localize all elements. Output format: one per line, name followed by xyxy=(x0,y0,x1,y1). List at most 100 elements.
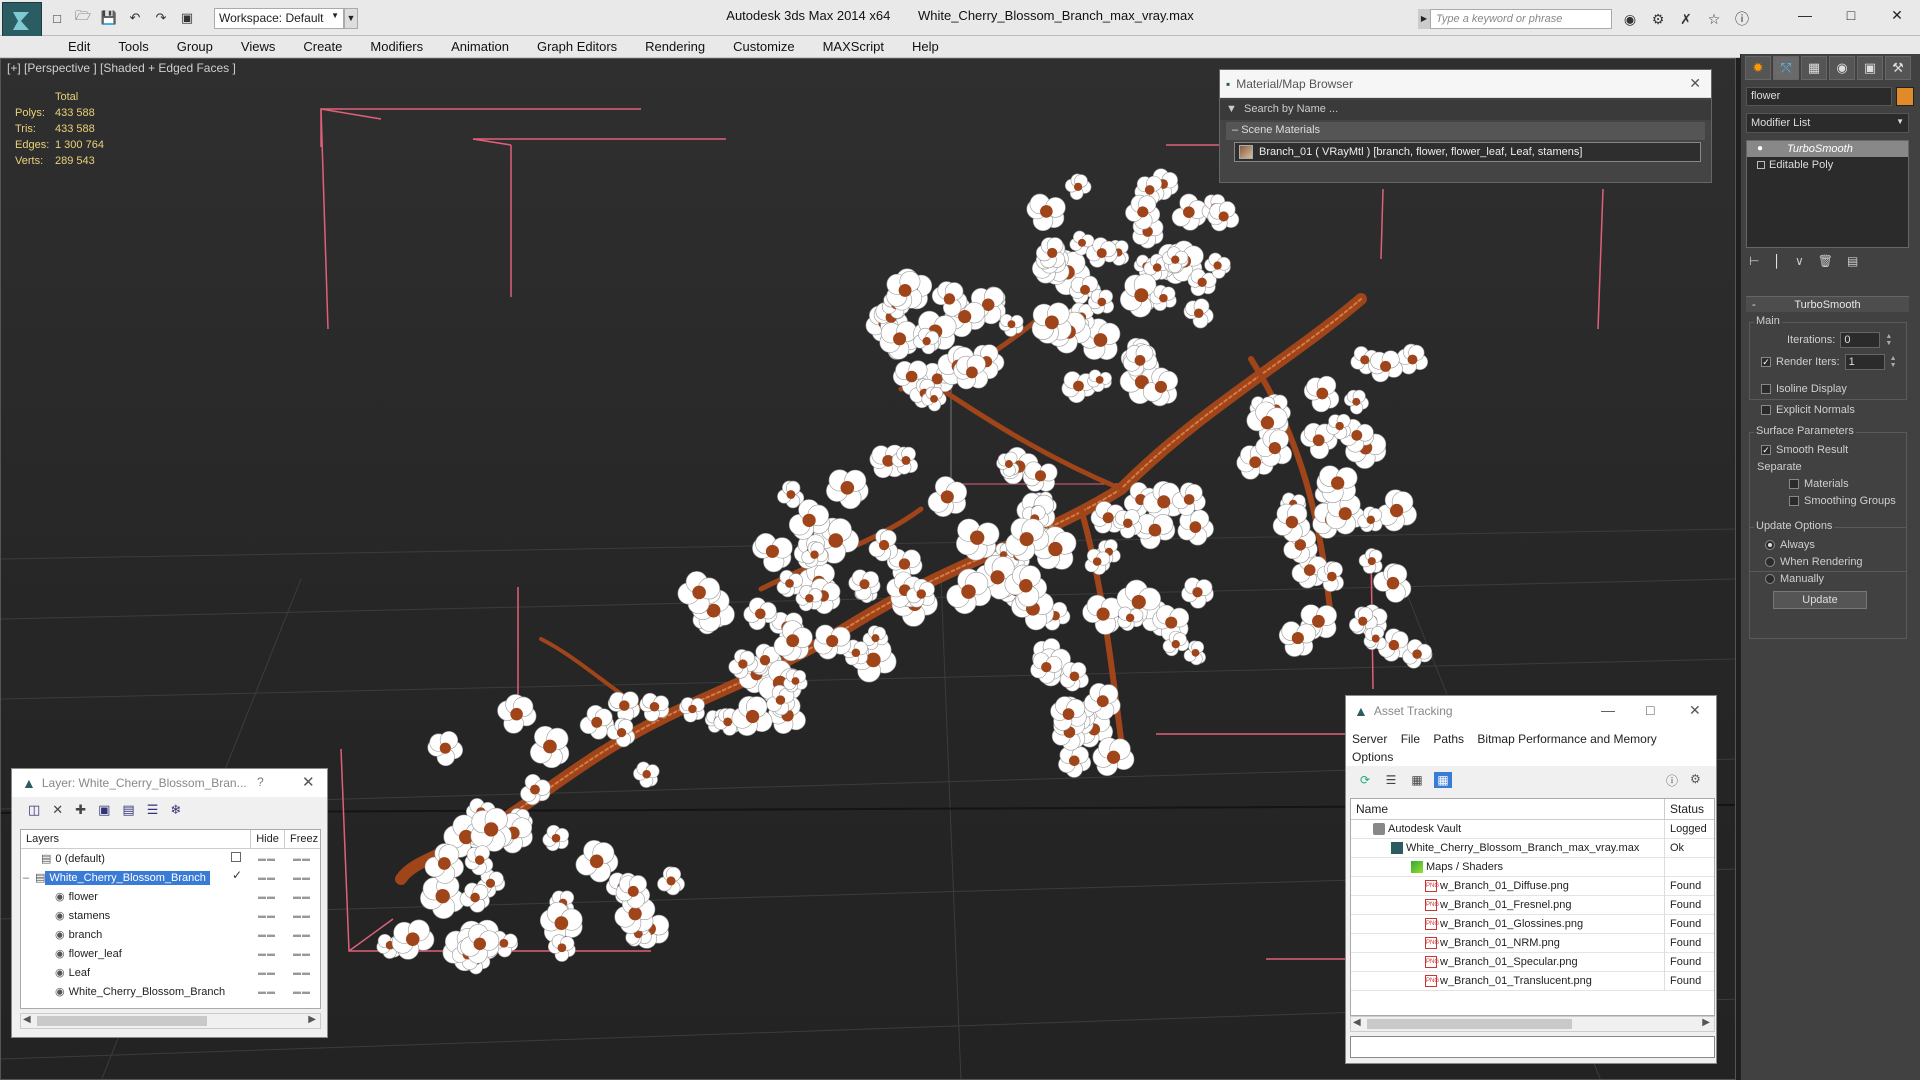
menu-options[interactable]: Options xyxy=(1352,750,1393,764)
hide-toggle[interactable]: ▬▬ xyxy=(258,854,276,863)
menu-server[interactable]: Server xyxy=(1352,732,1387,746)
modifier-list-dropdown[interactable]: Modifier List ▼ xyxy=(1746,113,1909,133)
subscription-icon[interactable]: ⚙ xyxy=(1648,9,1668,29)
redo-icon[interactable]: ↷ xyxy=(150,8,172,28)
help-icon[interactable]: ? xyxy=(257,775,264,789)
spinner-arrows-icon[interactable]: ▲ ▼ xyxy=(1885,333,1893,347)
manually-radio[interactable] xyxy=(1765,574,1775,584)
table-view-icon[interactable]: ▦ xyxy=(1434,772,1452,788)
workspace-menu-arrow[interactable]: ▼ xyxy=(344,8,358,29)
object-color-swatch[interactable] xyxy=(1896,87,1914,106)
render-iters-checkbox[interactable]: ✓ xyxy=(1761,357,1771,367)
hide-toggle[interactable]: ▬▬ xyxy=(258,873,276,882)
close-icon[interactable]: ✕ xyxy=(1689,75,1701,92)
current-layer-checkbox[interactable] xyxy=(231,852,241,862)
menu-customize[interactable]: Customize xyxy=(719,36,808,57)
update-button[interactable]: Update xyxy=(1773,591,1867,609)
asset-row[interactable]: Autodesk Vault Logged xyxy=(1351,819,1714,839)
new-file-icon[interactable]: □ xyxy=(46,8,68,28)
layer-row[interactable]: ◉ stamens ▬▬ ▬▬ xyxy=(21,906,320,925)
scroll-left-icon[interactable]: ◀ xyxy=(23,1014,31,1025)
close-icon[interactable]: ✕ xyxy=(1689,702,1701,719)
isoline-checkbox[interactable] xyxy=(1761,384,1771,394)
menu-paths[interactable]: Paths xyxy=(1433,732,1464,746)
layer-row[interactable]: – ▤ White_Cherry_Blossom_Branch ✓ ▬▬ ▬▬ xyxy=(21,868,320,887)
save-file-icon[interactable]: 💾 xyxy=(98,8,120,28)
menu-bitmap-performance[interactable]: Bitmap Performance and Memory xyxy=(1477,732,1656,746)
display-tab-icon[interactable]: ▣ xyxy=(1857,56,1883,80)
column-hide[interactable]: Hide xyxy=(251,830,285,848)
help-icon[interactable]: ⓘ xyxy=(1732,9,1752,29)
freeze-toggle[interactable]: ▬▬ xyxy=(293,968,311,977)
asset-row[interactable]: PNGw_Branch_01_Glossines.png Found xyxy=(1351,914,1714,934)
make-unique-icon[interactable]: ∨ xyxy=(1795,254,1804,268)
show-end-result-icon[interactable]: │ xyxy=(1773,254,1781,268)
iterations-spinner[interactable]: 0 xyxy=(1840,332,1881,348)
create-layer-icon[interactable]: ◫ xyxy=(28,802,40,820)
column-freeze[interactable]: Freez xyxy=(285,830,320,848)
open-file-icon[interactable]: 🗁 xyxy=(72,8,94,28)
layer-row[interactable]: ◉ flower ▬▬ ▬▬ xyxy=(21,887,320,906)
stack-item-editable-poly[interactable]: Editable Poly xyxy=(1747,157,1908,173)
create-tab-icon[interactable]: ✹ xyxy=(1745,56,1771,80)
hide-toggle[interactable]: ▬▬ xyxy=(258,911,276,920)
viewport-label[interactable]: [+] [Perspective ] [Shaded + Edged Faces… xyxy=(7,61,236,75)
communication-icon[interactable]: ✗ xyxy=(1676,9,1696,29)
minimize-icon[interactable]: — xyxy=(1601,702,1615,718)
hide-all-icon[interactable]: ☰ xyxy=(147,802,159,820)
layer-horizontal-scrollbar[interactable]: ◀ ▶ xyxy=(20,1013,321,1029)
close-icon[interactable]: ✕ xyxy=(302,773,315,791)
scrollbar-thumb[interactable] xyxy=(37,1016,207,1026)
freeze-all-icon[interactable]: ❄ xyxy=(170,802,181,820)
stack-item-turbosmooth[interactable]: ● TurboSmooth xyxy=(1747,141,1908,157)
active-layer-checkmark-icon[interactable]: ✓ xyxy=(232,868,242,882)
minimize-icon[interactable]: — xyxy=(1782,0,1828,30)
filter-arrow-icon[interactable]: ▼ xyxy=(1226,103,1237,115)
asset-row[interactable]: PNGw_Branch_01_Translucent.png Found xyxy=(1351,971,1714,991)
always-radio[interactable] xyxy=(1765,540,1775,550)
undo-icon[interactable]: ↶ xyxy=(124,8,146,28)
asset-row[interactable]: White_Cherry_Blossom_Branch_max_vray.max… xyxy=(1351,838,1714,858)
asset-horizontal-scrollbar[interactable]: ◀ ▶ xyxy=(1350,1016,1715,1032)
layer-row[interactable]: ◉ branch ▬▬ ▬▬ xyxy=(21,925,320,944)
vault-help-icon[interactable]: ⓘ xyxy=(1666,772,1678,789)
render-iters-spinner[interactable]: 1 xyxy=(1844,354,1885,370)
scene-materials-group[interactable]: – Scene Materials xyxy=(1226,122,1705,140)
menu-modifiers[interactable]: Modifiers xyxy=(356,36,437,57)
maximize-icon[interactable]: □ xyxy=(1646,702,1654,718)
smooth-result-checkbox[interactable]: ✓ xyxy=(1761,445,1771,455)
hide-toggle[interactable]: ▬▬ xyxy=(258,930,276,939)
column-layers[interactable]: Layers xyxy=(21,830,252,848)
binoculars-icon[interactable]: ◉ xyxy=(1620,9,1640,29)
menu-group[interactable]: Group xyxy=(163,36,227,57)
freeze-toggle[interactable]: ▬▬ xyxy=(293,911,311,920)
collapse-icon[interactable]: – xyxy=(23,872,35,884)
close-icon[interactable]: ✕ xyxy=(1874,0,1920,30)
freeze-toggle[interactable]: ▬▬ xyxy=(293,873,311,882)
freeze-toggle[interactable]: ▬▬ xyxy=(293,854,311,863)
scrollbar-thumb[interactable] xyxy=(1367,1019,1572,1029)
menu-rendering[interactable]: Rendering xyxy=(631,36,719,57)
hide-toggle[interactable]: ▬▬ xyxy=(258,987,276,996)
asset-row[interactable]: PNGw_Branch_01_NRM.png Found xyxy=(1351,933,1714,953)
materials-checkbox[interactable] xyxy=(1789,479,1799,489)
spinner-arrows-icon[interactable]: ▲ ▼ xyxy=(1890,355,1898,369)
when-rendering-radio[interactable] xyxy=(1765,557,1775,567)
app-menu-button[interactable] xyxy=(2,2,42,40)
freeze-toggle[interactable]: ▬▬ xyxy=(293,930,311,939)
layer-row[interactable]: ◉ Leaf ▬▬ ▬▬ xyxy=(21,963,320,982)
asset-row[interactable]: PNGw_Branch_01_Fresnel.png Found xyxy=(1351,895,1714,915)
layer-row[interactable]: ◉ White_Cherry_Blossom_Branch ▬▬ ▬▬ xyxy=(21,982,320,1001)
column-name[interactable]: Name xyxy=(1351,799,1665,819)
select-objects-icon[interactable]: ▣ xyxy=(98,802,110,820)
menu-animation[interactable]: Animation xyxy=(437,36,523,57)
object-name-field[interactable]: flower xyxy=(1746,87,1892,106)
menu-views[interactable]: Views xyxy=(227,36,289,57)
hide-toggle[interactable]: ▬▬ xyxy=(258,892,276,901)
workspace-dropdown[interactable]: Workspace: Default ▼ xyxy=(214,8,344,29)
list-view-icon[interactable]: ☰ xyxy=(1382,772,1400,788)
freeze-toggle[interactable]: ▬▬ xyxy=(293,949,311,958)
favorites-star-icon[interactable]: ☆ xyxy=(1704,9,1724,29)
vault-settings-icon[interactable]: ⚙ xyxy=(1690,772,1701,786)
modify-tab-icon[interactable]: ⤲ xyxy=(1773,56,1799,80)
